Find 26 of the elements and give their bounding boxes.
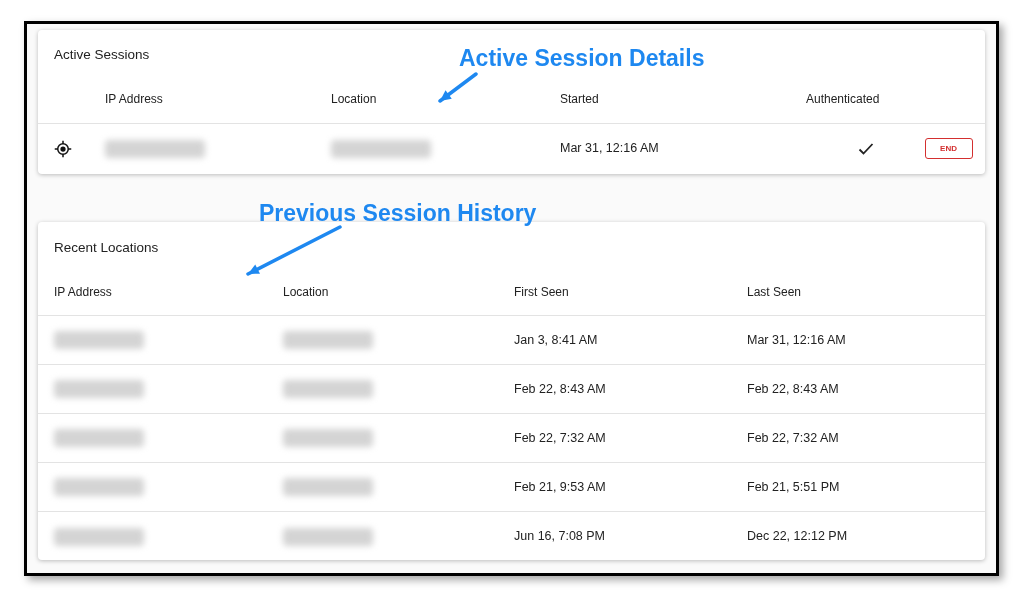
annotation-label: Active Session Details <box>459 44 705 73</box>
column-header: Started <box>560 91 599 106</box>
column-header: Authenticated <box>806 91 880 106</box>
column-header: Location <box>331 91 377 106</box>
card-title: Active Sessions <box>54 47 150 62</box>
column-header: IP Address <box>54 284 112 299</box>
table-cell: Feb 21, 9:53 AM <box>514 479 606 494</box>
location-target-icon <box>54 139 72 158</box>
annotation-arrow <box>438 72 478 103</box>
end-session-button[interactable]: END <box>924 138 973 159</box>
column-header: IP Address <box>105 91 163 106</box>
column-header: Location <box>283 284 329 299</box>
table-cell: Feb 22, 8:43 AM <box>514 381 606 396</box>
table-cell: Mar 31, 12:16 AM <box>560 141 659 156</box>
card-title: Recent Locations <box>54 240 159 255</box>
column-header: First Seen <box>514 284 569 299</box>
table-cell: Feb 21, 5:51 PM <box>747 479 840 494</box>
table-cell: Dec 22, 12:12 PM <box>747 529 848 544</box>
table-cell: Mar 31, 12:16 AM <box>747 332 846 347</box>
column-header: Last Seen <box>747 284 802 299</box>
table-cell: Feb 22, 7:32 AM <box>747 430 839 445</box>
table-cell: Jun 16, 7:08 PM <box>514 529 606 544</box>
table-cell: Feb 22, 8:43 AM <box>747 381 839 396</box>
table-cell: Feb 22, 7:32 AM <box>514 430 606 445</box>
table-cell: Jan 3, 8:41 AM <box>514 332 598 347</box>
annotation-label: Previous Session History <box>259 199 537 228</box>
